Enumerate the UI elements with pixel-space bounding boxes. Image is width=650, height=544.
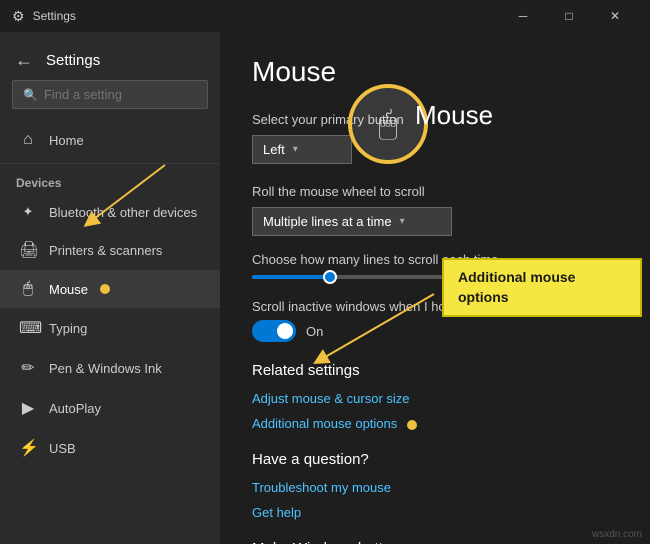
cursor-size-link[interactable]: Adjust mouse & cursor size [252,391,618,406]
related-settings-title: Related settings [252,362,618,379]
search-icon: 🔍 [23,88,38,102]
scroll-wheel-dropdown[interactable]: Multiple lines at a time ▾ [252,207,452,236]
scroll-wheel-label: Roll the mouse wheel to scroll [252,184,618,199]
scroll-wheel-arrow: ▾ [400,216,405,227]
scroll-wheel-value: Multiple lines at a time [263,214,392,229]
related-settings-section: Related settings Adjust mouse & cursor s… [252,362,618,431]
watermark: wsxdn.com [592,529,642,540]
callout-text: Additional mouse options [458,269,575,305]
sidebar-item-label-typing: Typing [49,321,87,336]
sidebar-item-printers[interactable]: 🖨 Printers & scanners [0,230,220,270]
sidebar-item-label-bluetooth: Bluetooth & other devices [49,205,197,220]
scroll-lines-thumb[interactable] [323,270,337,284]
toggle-knob [277,323,293,339]
sidebar-item-label-printers: Printers & scanners [49,243,162,258]
inactive-scroll-toggle-row: On [252,320,618,342]
sidebar-item-label-usb: USB [49,441,76,456]
callout-box: Additional mouse options [442,258,642,317]
scroll-lines-fill [252,275,330,279]
search-box[interactable]: 🔍 [12,80,208,109]
additional-mouse-options-link[interactable]: Additional mouse options [252,416,618,431]
sidebar-item-typing[interactable]: ⌨ Typing [0,308,220,348]
settings-app-icon: ⚙ [12,8,25,25]
get-help-link[interactable]: Get help [252,505,618,520]
make-better-title: Make Windows better [252,540,618,544]
primary-button-dropdown[interactable]: Left ▾ [252,135,352,164]
mouse-large-icon: 🖱 [378,105,397,143]
maximize-button[interactable]: □ [546,0,592,32]
question-title: Have a question? [252,451,618,468]
sidebar: ← Settings 🔍 ⌂ Home Devices ✦ Bluetooth … [0,32,220,544]
autoplay-icon: ▶ [19,398,37,418]
sidebar-item-bluetooth[interactable]: ✦ Bluetooth & other devices [0,194,220,230]
sidebar-item-label-autoplay: AutoPlay [49,401,101,416]
title-bar-title: Settings [33,9,76,23]
search-input[interactable] [44,87,197,102]
home-icon: ⌂ [19,131,37,149]
bluetooth-icon: ✦ [19,204,37,220]
question-section: Have a question? Troubleshoot my mouse G… [252,451,618,520]
title-bar-controls: ─ □ ✕ [500,0,638,32]
primary-button-value: Left [263,142,285,157]
mouse-icon: 🖱 [19,280,37,298]
sidebar-item-autoplay[interactable]: ▶ AutoPlay [0,388,220,428]
inactive-scroll-toggle[interactable] [252,320,296,342]
minimize-button[interactable]: ─ [500,0,546,32]
app-container: ← Settings 🔍 ⌂ Home Devices ✦ Bluetooth … [0,32,650,544]
title-bar: ⚙ Settings ─ □ ✕ [0,0,650,32]
typing-icon: ⌨ [19,318,37,338]
page-title: Mouse [252,56,618,88]
make-better-section: Make Windows better Give us feedback [252,540,618,544]
primary-button-arrow: ▾ [293,144,298,155]
close-button[interactable]: ✕ [592,0,638,32]
sidebar-item-label-mouse: Mouse [49,282,88,297]
pen-icon: ✏ [19,358,37,378]
mouse-active-dot [100,284,110,294]
sidebar-item-label-pen: Pen & Windows Ink [49,361,162,376]
sidebar-item-pen[interactable]: ✏ Pen & Windows Ink [0,348,220,388]
additional-options-dot [407,420,417,430]
usb-icon: ⚡ [19,438,37,458]
sidebar-item-label-home: Home [49,133,84,148]
sidebar-item-home[interactable]: ⌂ Home [0,121,220,159]
main-content: 🖱 Mouse Mouse Select your primary button… [220,32,650,544]
sidebar-divider [0,163,220,164]
sidebar-section-label: Devices [0,168,220,194]
back-button[interactable]: ← [8,44,40,76]
mouse-label-callout: Mouse [415,100,493,131]
sidebar-item-usb[interactable]: ⚡ USB [0,428,220,468]
sidebar-title: Settings [46,52,100,69]
toggle-on-text: On [306,324,323,339]
sidebar-item-mouse[interactable]: 🖱 Mouse [0,270,220,308]
printer-icon: 🖨 [19,240,37,260]
troubleshoot-link[interactable]: Troubleshoot my mouse [252,480,618,495]
title-bar-left: ⚙ Settings [12,8,76,25]
